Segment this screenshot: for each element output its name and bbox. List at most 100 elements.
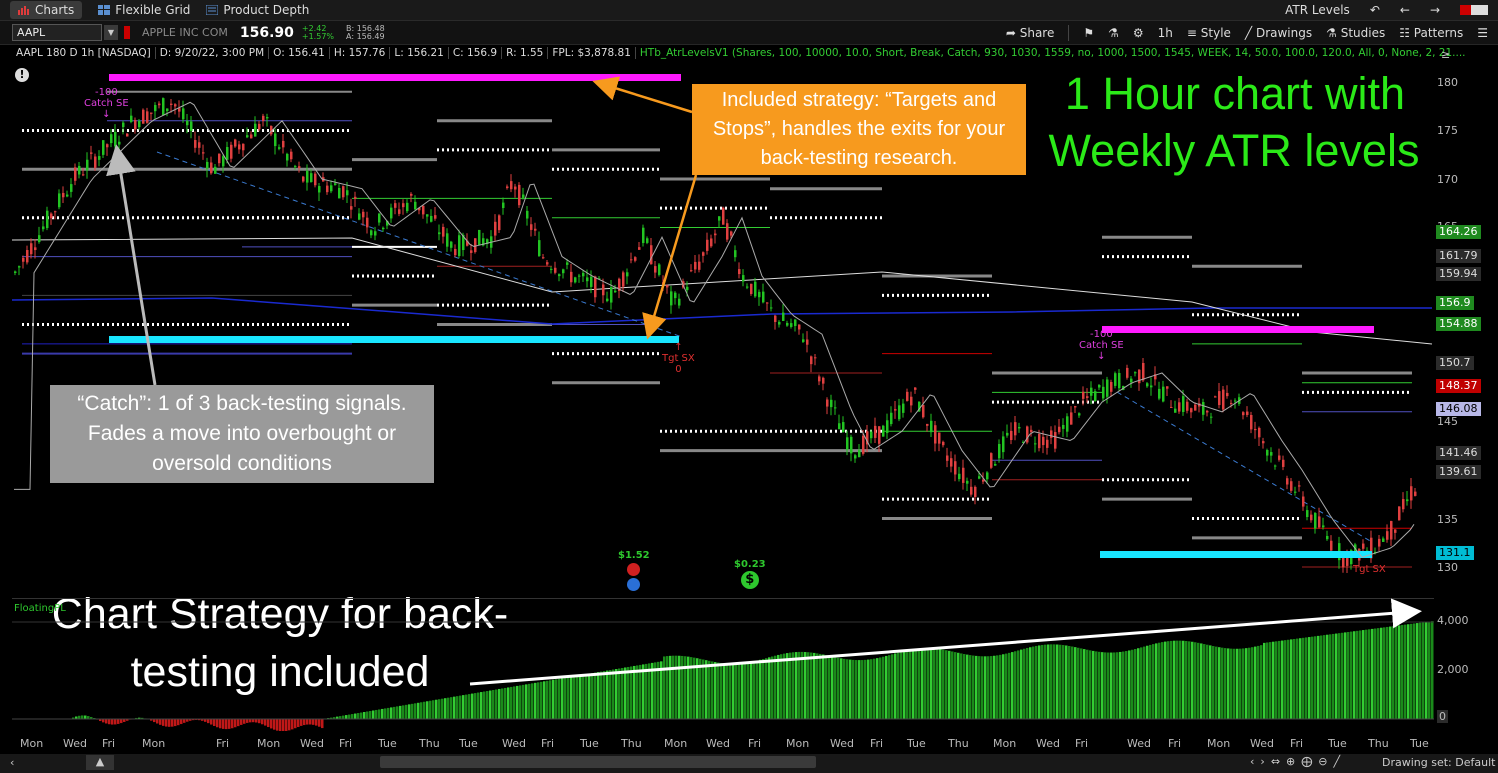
- candle-body: [1410, 486, 1413, 501]
- timeframe-button[interactable]: 1h: [1158, 26, 1173, 40]
- candle-body: [1170, 406, 1173, 408]
- pl-bar: [111, 719, 114, 725]
- pl-bar: [378, 709, 381, 719]
- pl-bar: [804, 652, 807, 719]
- pl-bar: [294, 719, 297, 729]
- pl-bar: [309, 719, 312, 725]
- chart-bars-icon: [18, 6, 29, 15]
- candle-body: [698, 261, 701, 270]
- candle-body: [190, 121, 193, 131]
- pl-bar: [1071, 646, 1074, 719]
- drawing-set-label[interactable]: Drawing set: Default: [1382, 756, 1495, 769]
- patterns-button[interactable]: ☷ Patterns: [1399, 26, 1463, 40]
- pl-bar: [279, 719, 282, 731]
- dividend-marker[interactable]: $1.52: [618, 550, 650, 591]
- date-axis[interactable]: Mon Wed Fri Mon Fri Mon Wed Fri Tue Thu Tue Wed Fri T…: [0, 734, 1498, 752]
- crosshair-icon[interactable]: ⊕: [1286, 755, 1295, 768]
- date-tick: Fri: [1168, 737, 1182, 750]
- candle-body: [850, 436, 853, 454]
- pl-bar: [390, 707, 393, 719]
- pl-bar: [1230, 648, 1233, 719]
- candle-body: [914, 387, 917, 390]
- pl-bar: [957, 652, 960, 719]
- flask-icon[interactable]: ⚗: [1108, 26, 1119, 40]
- pl-bar: [1383, 627, 1386, 719]
- ask-value: A: 156.49: [346, 31, 385, 41]
- signal-arrow-icon: ↓: [102, 109, 111, 120]
- pl-bar: [1335, 633, 1338, 719]
- link-color-icon[interactable]: [124, 26, 130, 39]
- candle-body: [1074, 406, 1077, 408]
- candle-body: [126, 133, 129, 137]
- pl-bar: [366, 711, 369, 719]
- dividend-amount: $1.52: [618, 550, 650, 561]
- candle-body: [274, 133, 277, 147]
- candle-body: [770, 307, 773, 309]
- pl-bar: [930, 648, 933, 719]
- date-tick: Thu: [1368, 737, 1389, 750]
- pl-bar: [1179, 640, 1182, 719]
- expand-panel-button[interactable]: ▲: [86, 755, 114, 770]
- symbol-input[interactable]: AAPL: [12, 24, 102, 41]
- study-info-line: AAPL 180 D 1h [NASDAQ] D: 9/20/22, 3:00 …: [12, 46, 1470, 60]
- pl-bar: [756, 660, 759, 719]
- pencil-icon[interactable]: ╱: [1333, 755, 1340, 768]
- candle-body: [318, 186, 321, 193]
- stop-level-marker: [109, 336, 679, 343]
- pl-bar: [228, 719, 231, 729]
- flag-icon[interactable]: ⚑: [1083, 26, 1094, 40]
- pl-bar: [855, 660, 858, 719]
- candle-body: [538, 240, 541, 257]
- candle-body: [642, 227, 645, 244]
- candle-body: [58, 193, 61, 208]
- horizontal-scrollbar[interactable]: [380, 756, 816, 768]
- tab-charts[interactable]: Charts: [10, 1, 83, 19]
- pl-bar: [783, 653, 786, 719]
- candle-body: [822, 377, 825, 384]
- pl-bar: [657, 661, 660, 719]
- undo-icon[interactable]: ↶: [1370, 3, 1380, 17]
- pl-bar: [1197, 642, 1200, 719]
- zoom-out-icon[interactable]: ⊖: [1318, 755, 1327, 768]
- scroll-back-icon[interactable]: ‹: [1250, 755, 1254, 768]
- scroll-forward-icon[interactable]: ›: [1260, 755, 1264, 768]
- pan-icon[interactable]: ⇔: [1271, 755, 1280, 768]
- zoom-in-icon[interactable]: ⨁: [1301, 755, 1312, 768]
- tab-product-depth[interactable]: Product Depth: [198, 1, 317, 19]
- pl-bar: [555, 679, 558, 719]
- drawings-button[interactable]: ╱ Drawings: [1245, 26, 1312, 40]
- scroll-left-icon[interactable]: ‹: [10, 756, 14, 769]
- pl-bar: [1314, 636, 1317, 719]
- style-button[interactable]: ≡ Style: [1187, 26, 1231, 40]
- pl-bar: [789, 652, 792, 719]
- candle-body: [1222, 389, 1225, 410]
- floating-pl-panel[interactable]: FloatingPL: [12, 598, 1434, 731]
- date-tick: Mon: [786, 737, 810, 750]
- pl-bar: [462, 695, 465, 719]
- price-axis[interactable]: 180 175 170 165 145 135 130 164.26 161.7…: [1434, 62, 1498, 592]
- dividend-marker[interactable]: $0.23 $: [734, 559, 766, 589]
- pl-bar: [909, 649, 912, 719]
- pl-bar: [1113, 652, 1116, 719]
- pl-bar: [498, 688, 501, 719]
- candle-body: [1062, 424, 1065, 429]
- strategy-params[interactable]: HTb_AtrLevelsV1 (Shares, 100, 10000, 10.…: [636, 47, 1470, 59]
- candle-body: [1166, 386, 1169, 389]
- studies-button[interactable]: ⚗ Studies: [1326, 26, 1385, 40]
- candle-body: [986, 472, 989, 480]
- gear-icon[interactable]: ⚙: [1133, 26, 1144, 40]
- candle-body: [1294, 491, 1297, 493]
- share-button[interactable]: ➦ Share: [1006, 26, 1055, 40]
- tab-flexible-grid[interactable]: Flexible Grid: [90, 1, 198, 19]
- pl-bar: [1185, 640, 1188, 719]
- volume-axis[interactable]: 4,000 2,000 0: [1434, 598, 1498, 730]
- pl-bar: [1023, 648, 1026, 719]
- symbol-dropdown-icon[interactable]: ▼: [104, 25, 118, 40]
- forward-arrow-icon[interactable]: →: [1430, 3, 1440, 17]
- window-color-icon[interactable]: [1460, 5, 1488, 15]
- collapse-icon[interactable]: ≥: [1441, 48, 1450, 61]
- pl-bar: [915, 648, 918, 719]
- candle-body: [1206, 410, 1209, 413]
- menu-icon[interactable]: ☰: [1477, 26, 1488, 40]
- back-arrow-icon[interactable]: ←: [1400, 3, 1410, 17]
